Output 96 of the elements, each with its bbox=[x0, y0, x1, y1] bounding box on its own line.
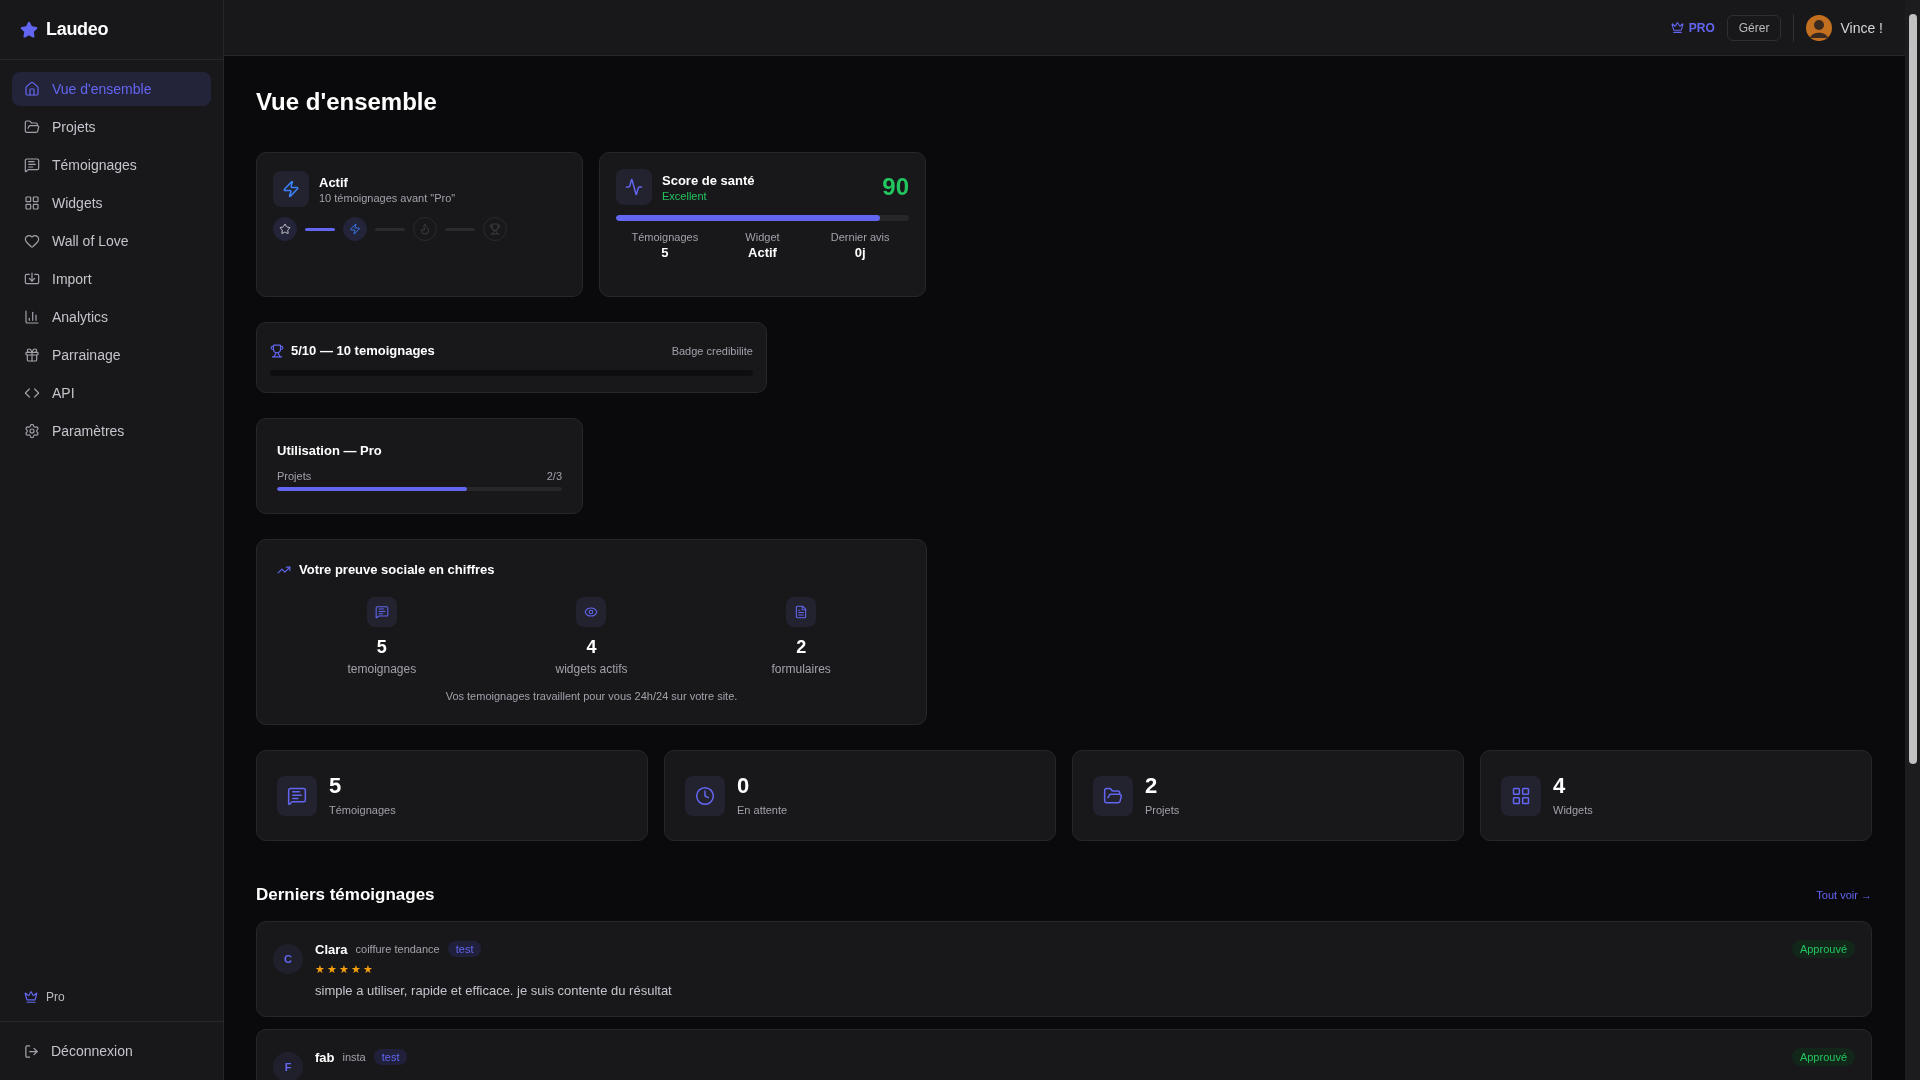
badge-progress-title: 5/10 — 10 temoignages bbox=[291, 343, 435, 358]
document-icon bbox=[794, 605, 809, 619]
star-icon bbox=[279, 223, 291, 235]
star-icon: ★ bbox=[315, 964, 325, 975]
author-company: coiffure tendance bbox=[355, 943, 440, 955]
crown-icon bbox=[1670, 21, 1684, 34]
stat-number: 2 bbox=[1145, 775, 1159, 797]
star-logo-icon bbox=[20, 20, 38, 39]
stat-number: 0 bbox=[737, 775, 751, 797]
metric-label: widgets actifs bbox=[555, 662, 628, 676]
home-icon bbox=[24, 81, 40, 97]
author-name: Clara bbox=[315, 941, 348, 957]
sidebar-item[interactable]: Projets bbox=[12, 110, 211, 144]
metric-value: 5 bbox=[376, 637, 387, 658]
stat-caption: En attente bbox=[737, 804, 788, 816]
see-all-link[interactable]: Tout voir → bbox=[1816, 889, 1872, 901]
avatar[interactable] bbox=[1806, 14, 1833, 41]
sidebar-item[interactable]: Parrainage bbox=[12, 338, 211, 372]
health-rating: Excellent bbox=[662, 189, 708, 202]
usage-count: 2/3 bbox=[546, 470, 562, 482]
folder-icon bbox=[1103, 785, 1123, 806]
stat-caption: Projets bbox=[1145, 804, 1180, 816]
metric-label: formulaires bbox=[771, 662, 831, 676]
sidebar-item[interactable]: Témoignages bbox=[12, 148, 211, 182]
eye-icon bbox=[584, 605, 599, 619]
metric-value: 4 bbox=[586, 637, 597, 658]
stat-label: Dernier avis bbox=[829, 231, 891, 243]
sidebar-item[interactable]: Wall of Love bbox=[12, 224, 211, 258]
testimonial-text: simple a utiliser, rapide et efficace. je suis contente du résultat bbox=[315, 983, 673, 998]
stat-number: 4 bbox=[1553, 775, 1567, 797]
flame-icon bbox=[419, 223, 431, 235]
sidebar-item[interactable]: API bbox=[12, 376, 211, 410]
stat-caption: Témoignages bbox=[329, 804, 396, 816]
stat-caption: Widgets bbox=[1553, 804, 1593, 816]
import-icon bbox=[24, 271, 40, 287]
trophy-icon bbox=[270, 343, 284, 358]
section-title: Derniers témoignages bbox=[256, 885, 435, 905]
author-name: fab bbox=[315, 1049, 335, 1065]
code-icon bbox=[24, 385, 40, 401]
user-name: Vince ! bbox=[1840, 19, 1883, 36]
message-icon bbox=[24, 157, 40, 173]
clock-icon bbox=[695, 785, 715, 806]
stat-value: Actif bbox=[747, 245, 778, 260]
grid-icon bbox=[24, 195, 40, 211]
scrollbar[interactable] bbox=[1905, 0, 1920, 1080]
message-icon bbox=[374, 605, 389, 619]
trophy-icon bbox=[489, 223, 501, 235]
health-title: Score de santé bbox=[662, 172, 755, 188]
stat-number: 5 bbox=[329, 775, 343, 797]
star-icon: ★ bbox=[363, 964, 373, 975]
pulse-icon bbox=[625, 178, 643, 196]
bar-chart-icon bbox=[24, 309, 40, 325]
pro-plan-label: PRO bbox=[1670, 20, 1715, 35]
stat-value: 5 bbox=[660, 245, 670, 260]
message-icon bbox=[287, 785, 307, 806]
author-company: insta bbox=[342, 1051, 366, 1063]
sidebar-item[interactable]: Paramètres bbox=[12, 414, 211, 448]
gift-icon bbox=[24, 347, 40, 363]
status-badge: Approuvé bbox=[1791, 940, 1855, 958]
settings-icon bbox=[24, 423, 40, 439]
stat-label: Témoignages bbox=[630, 231, 700, 243]
initial-avatar: F bbox=[273, 1052, 303, 1080]
testimonial-tag: test bbox=[373, 1049, 408, 1065]
level-subtitle: 10 témoignages avant "Pro" bbox=[319, 191, 456, 204]
star-icon: ★ bbox=[327, 964, 337, 975]
heart-icon bbox=[24, 233, 40, 249]
stat-value: 0j bbox=[853, 245, 867, 260]
manage-button[interactable]: Gérer bbox=[1726, 14, 1782, 41]
lightning-icon bbox=[349, 223, 361, 235]
brand-name: Laudeo bbox=[46, 19, 109, 40]
badge-note: Badge credibilite bbox=[671, 344, 753, 357]
health-score: 90 bbox=[882, 173, 909, 201]
logout-icon bbox=[24, 1043, 39, 1059]
crown-icon bbox=[24, 989, 38, 1004]
grid-icon bbox=[1511, 785, 1531, 806]
sidebar-item[interactable]: Widgets bbox=[12, 186, 211, 220]
page-title: Vue d'ensemble bbox=[256, 88, 438, 116]
lightning-icon bbox=[282, 180, 300, 198]
logout-link[interactable]: Déconnexion bbox=[0, 1022, 223, 1080]
metric-label: temoignages bbox=[347, 662, 417, 676]
social-proof-title: Votre preuve sociale en chiffres bbox=[299, 562, 495, 577]
sidebar-item[interactable]: Import bbox=[12, 262, 211, 296]
initial-avatar: C bbox=[273, 944, 303, 974]
level-title: Actif bbox=[319, 174, 349, 190]
star-icon: ★ bbox=[339, 964, 349, 975]
social-proof-note: Vos temoignages travaillent pour vous 24h/24 sur votre site. bbox=[444, 690, 739, 702]
usage-label: Projets bbox=[277, 470, 312, 482]
testimonial-tag: test bbox=[447, 941, 482, 957]
metric-value: 2 bbox=[796, 637, 807, 658]
usage-title: Utilisation — Pro bbox=[277, 443, 383, 458]
plan-label: Pro bbox=[46, 989, 65, 1004]
stat-label: Widget bbox=[744, 231, 781, 243]
sidebar-item[interactable]: Analytics bbox=[12, 300, 211, 334]
star-icon: ★ bbox=[351, 964, 361, 975]
status-badge: Approuvé bbox=[1791, 1048, 1855, 1066]
folder-icon bbox=[24, 119, 40, 135]
